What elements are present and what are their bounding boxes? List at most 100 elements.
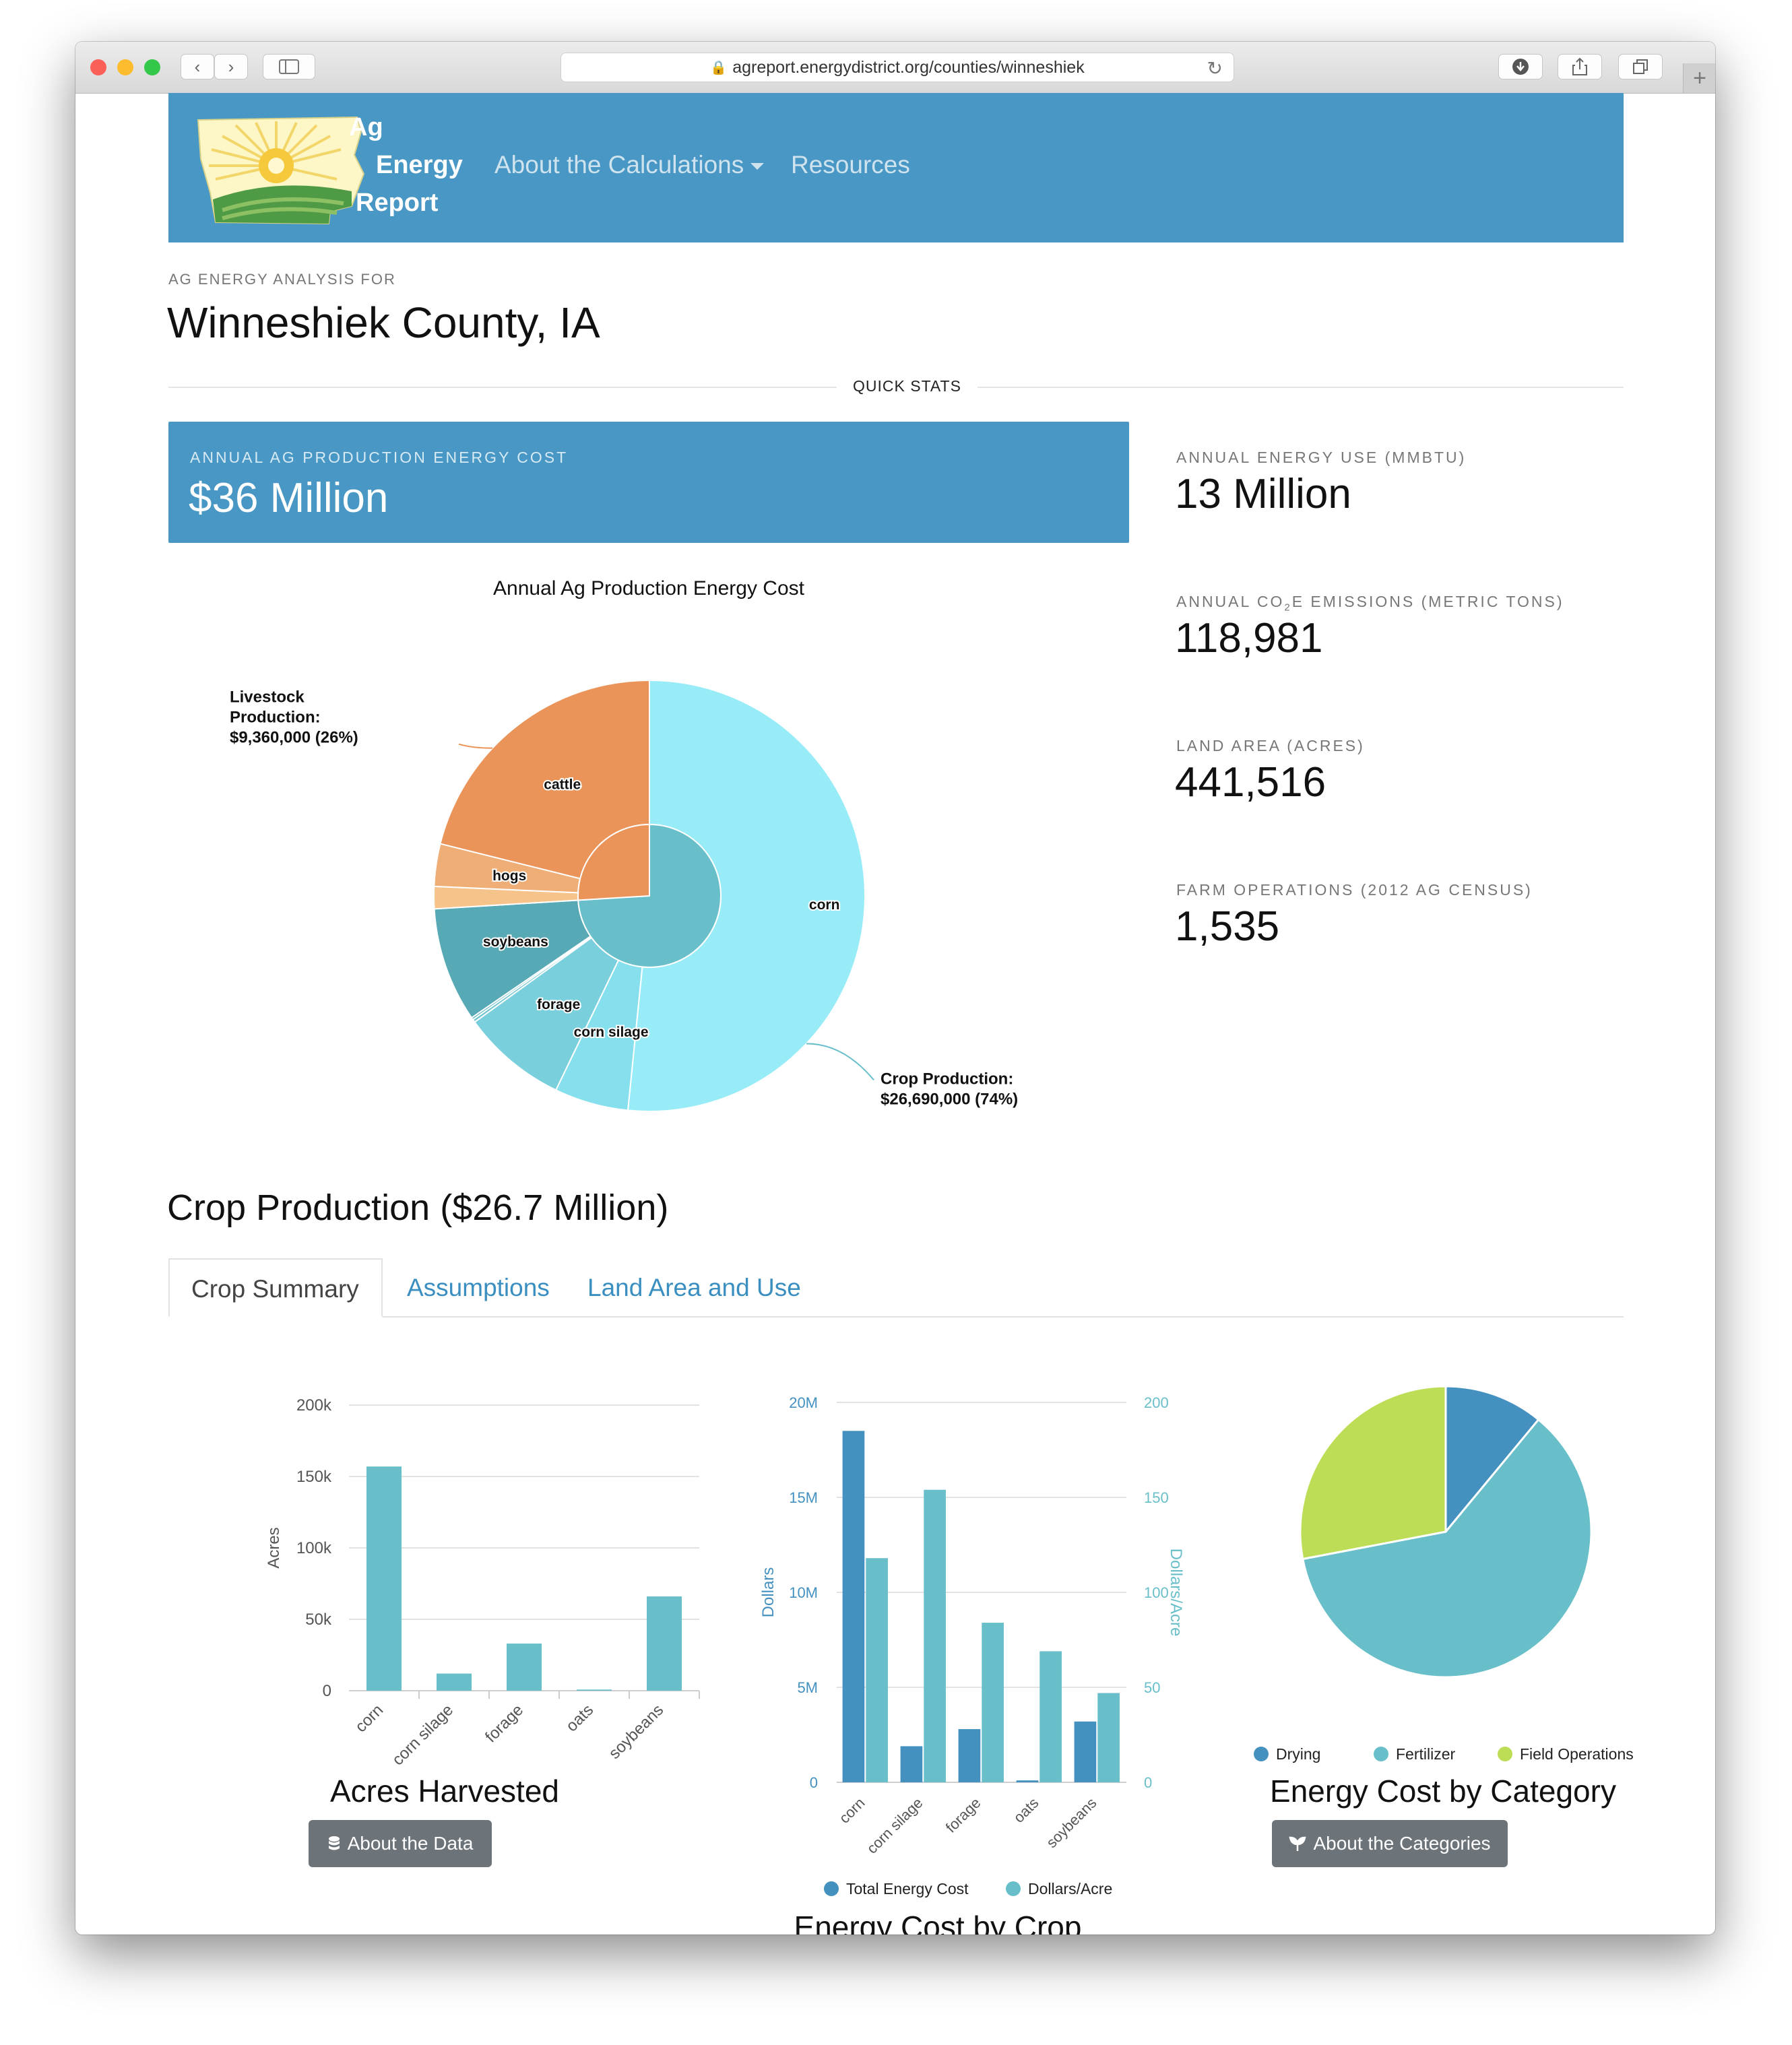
- sunburst-slice-label: cattle: [544, 777, 581, 793]
- site-logo[interactable]: Ag Energy Report: [195, 112, 463, 226]
- tabs-icon: [1633, 59, 1648, 74]
- x-tick-label: corn silage: [389, 1701, 457, 1769]
- legend-marker: [824, 1881, 839, 1896]
- sunburst-group-label: Crop Production:: [881, 1070, 1013, 1088]
- y-tick-label: 150k: [296, 1468, 332, 1486]
- minimize-window-button[interactable]: [117, 59, 133, 75]
- downloads-button[interactable]: [1498, 54, 1543, 79]
- y-tick-label: 50k: [305, 1611, 332, 1629]
- browser-titlebar: ‹ › 🔒 agreport.energydistrict.org/counti…: [75, 42, 1715, 94]
- new-tab-button[interactable]: +: [1683, 63, 1715, 93]
- y-right-tick-label: 200: [1144, 1394, 1169, 1411]
- bar-dollars-per-acre[interactable]: [924, 1489, 946, 1782]
- bar[interactable]: [437, 1673, 472, 1691]
- chevron-left-icon: ‹: [194, 56, 201, 77]
- y-tick-label: 100k: [296, 1539, 332, 1557]
- forward-button[interactable]: ›: [214, 54, 248, 79]
- sunburst-slice-label: soybeans: [483, 934, 548, 950]
- back-button[interactable]: ‹: [181, 54, 214, 79]
- bar-dollars-per-acre[interactable]: [866, 1558, 888, 1782]
- nav-resources-link[interactable]: Resources: [791, 151, 910, 179]
- bar-dollars-per-acre[interactable]: [1097, 1693, 1120, 1782]
- bar-total-energy-cost[interactable]: [900, 1746, 923, 1782]
- y-left-tick-label: 5M: [797, 1679, 818, 1696]
- stat-emissions-label-subscript: 2: [1284, 602, 1292, 614]
- x-tick-label: corn: [352, 1701, 387, 1736]
- annual-cost-label: ANNUAL AG PRODUCTION ENERGY COST: [190, 449, 569, 466]
- y-tick-label: 0: [323, 1682, 331, 1700]
- tab-assumptions[interactable]: Assumptions: [385, 1258, 571, 1318]
- tabs-overview-button[interactable]: [1618, 54, 1663, 79]
- about-the-data-label: About the Data: [347, 1833, 474, 1854]
- sidebar-toggle-button[interactable]: [263, 54, 315, 79]
- sunburst-callout-connector: [458, 743, 492, 749]
- logo-word-energy: Energy: [376, 151, 463, 179]
- y-axis-label: Acres: [265, 1527, 283, 1568]
- bar-total-energy-cost[interactable]: [958, 1729, 981, 1782]
- stat-emissions-label: ANNUAL CO2E EMISSIONS (METRIC TONS): [1176, 593, 1564, 614]
- sunburst-callout-connector: [806, 1043, 874, 1080]
- tab-land-area-and-use[interactable]: Land Area and Use: [566, 1258, 823, 1318]
- bar-dollars-per-acre[interactable]: [1039, 1651, 1062, 1782]
- bar[interactable]: [577, 1689, 612, 1691]
- tab-crop-summary[interactable]: Crop Summary: [168, 1258, 383, 1318]
- about-the-categories-label: About the Categories: [1313, 1833, 1491, 1854]
- sidebar-icon: [279, 59, 299, 74]
- bar-total-energy-cost[interactable]: [1016, 1780, 1039, 1782]
- nav-about-calculations-dropdown[interactable]: About the Calculations: [494, 151, 765, 179]
- sunburst-group-label: Livestock: [230, 688, 305, 707]
- stat-energy-use-value: 13 Million: [1175, 471, 1351, 517]
- energy-cost-by-crop-chart[interactable]: 0 0 5M 50 10M 100 15M 150 20M 200 Dollars Dollars/A…: [682, 1349, 1194, 1901]
- y-left-tick-label: 20M: [789, 1394, 818, 1411]
- legend-label[interactable]: Drying: [1276, 1745, 1320, 1763]
- x-tick-label: soybeans: [605, 1701, 667, 1763]
- zoom-window-button[interactable]: [144, 59, 160, 75]
- quick-stats-label: QUICK STATS: [837, 377, 978, 395]
- x-tick-label: corn: [836, 1794, 868, 1827]
- download-icon: [1512, 59, 1529, 75]
- sunburst-slice-label: corn: [809, 897, 840, 913]
- category-pie-slice[interactable]: [1299, 1385, 1447, 1561]
- sunburst-group-label: $26,690,000 (74%): [881, 1090, 1018, 1108]
- x-tick-label: forage: [482, 1701, 527, 1746]
- energy-cost-pie-title: Annual Ag Production Energy Cost: [493, 577, 804, 599]
- y-tick-label: 200k: [296, 1396, 332, 1415]
- bar[interactable]: [366, 1466, 402, 1691]
- logo-word-ag: Ag: [349, 113, 383, 141]
- legend-label[interactable]: Total Energy Cost: [846, 1880, 969, 1897]
- energy-cost-sunburst-chart[interactable]: corn corn silage forage soybeans hogs cattle C…: [168, 614, 1129, 1153]
- share-button[interactable]: [1558, 54, 1602, 79]
- bar-total-energy-cost[interactable]: [842, 1431, 865, 1782]
- bar[interactable]: [507, 1644, 542, 1691]
- acres-harvested-chart[interactable]: 0 50k 100k 150k 200k Acres corn corn silage fora…: [168, 1349, 721, 1793]
- close-window-button[interactable]: [90, 59, 106, 75]
- browser-window: ‹ › 🔒 agreport.energydistrict.org/counti…: [75, 42, 1715, 1935]
- y-right-tick-label: 50: [1144, 1679, 1160, 1696]
- logo-word-report: Report: [356, 189, 439, 217]
- annual-cost-banner: ANNUAL AG PRODUCTION ENERGY COST $36 Mil…: [168, 422, 1129, 543]
- x-tick-label: oats: [1010, 1794, 1042, 1826]
- y-left-tick-label: 0: [810, 1774, 818, 1791]
- annual-cost-value: $36 Million: [189, 475, 389, 521]
- legend-label[interactable]: Dollars/Acre: [1028, 1880, 1112, 1897]
- about-the-data-button[interactable]: About the Data: [309, 1820, 492, 1867]
- y-right-tick-label: 150: [1144, 1489, 1169, 1506]
- legend-label[interactable]: Fertilizer: [1396, 1745, 1456, 1763]
- bar-dollars-per-acre[interactable]: [982, 1623, 1004, 1782]
- x-tick-label: corn silage: [864, 1794, 926, 1857]
- url-text: agreport.energydistrict.org/counties/win…: [732, 57, 1085, 77]
- about-the-categories-button[interactable]: About the Categories: [1272, 1820, 1508, 1867]
- bar[interactable]: [647, 1596, 682, 1691]
- energy-cost-by-category-chart[interactable]: Drying Fertilizer Field Operations: [1221, 1382, 1665, 1786]
- y-right-tick-label: 0: [1144, 1774, 1152, 1791]
- legend-marker: [1374, 1747, 1388, 1761]
- seedling-icon: [1289, 1836, 1306, 1851]
- page-kicker: AG ENERGY ANALYSIS FOR: [168, 271, 396, 288]
- y-right-tick-label: 100: [1144, 1584, 1169, 1601]
- stat-land-area-label: LAND AREA (ACRES): [1176, 737, 1365, 754]
- acres-harvested-caption: Acres Harvested: [329, 1774, 559, 1809]
- reload-icon[interactable]: ↻: [1207, 57, 1223, 79]
- bar-total-energy-cost[interactable]: [1074, 1721, 1097, 1782]
- legend-label[interactable]: Field Operations: [1520, 1745, 1634, 1763]
- address-bar[interactable]: 🔒 agreport.energydistrict.org/counties/w…: [561, 53, 1234, 82]
